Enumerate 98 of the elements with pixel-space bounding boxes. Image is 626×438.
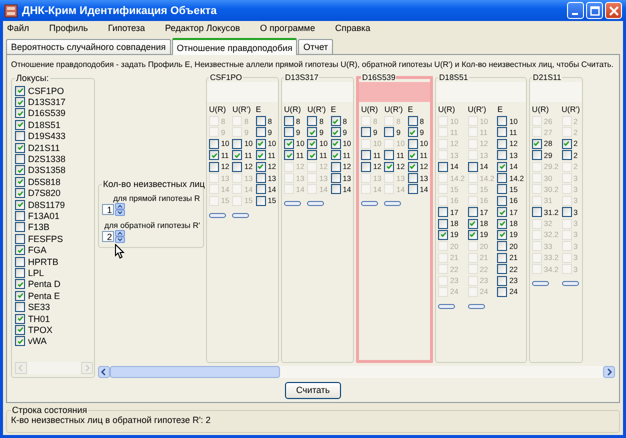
minimize-button[interactable] (567, 2, 584, 19)
spin-buttons[interactable] (115, 230, 125, 243)
group-title: D21S11 (532, 73, 562, 82)
check-icon (440, 231, 447, 238)
column-button[interactable] (307, 201, 324, 206)
group-title: Строка состояния (11, 405, 88, 415)
check-icon (210, 152, 218, 159)
tab[interactable]: Отчет (298, 39, 334, 54)
menu-item[interactable]: Файл (7, 23, 30, 33)
column-header: U(R') (232, 105, 252, 114)
check-icon (386, 163, 393, 170)
close-button[interactable] (605, 2, 622, 19)
header-band (359, 82, 430, 102)
header-band (282, 82, 354, 102)
column-button[interactable] (361, 201, 378, 206)
locus-checkbox[interactable]: D19S433 (15, 130, 91, 142)
column-header: E (256, 105, 262, 114)
column-button[interactable] (438, 304, 456, 309)
group-title: CSF1PO (209, 73, 244, 82)
column-button[interactable] (384, 201, 402, 206)
locus-checkbox[interactable]: D5S818 (15, 176, 91, 188)
group-title: D16S539 (361, 73, 396, 82)
locus-checkbox[interactable]: D8S1179 (15, 198, 91, 210)
check-icon (409, 128, 416, 136)
locus-checkbox[interactable]: F13A01 (15, 210, 91, 222)
column-button[interactable] (532, 281, 549, 286)
minimize-icon (572, 12, 578, 14)
column-header: U(R) (209, 105, 227, 114)
locus-checkbox[interactable]: TPOX (15, 324, 91, 336)
column-button[interactable] (232, 212, 250, 218)
calculate-button[interactable]: Считать (285, 382, 341, 398)
column-button[interactable] (209, 212, 226, 218)
column-header: E (408, 105, 414, 114)
column-header: U(R') (384, 105, 404, 114)
spin-buttons[interactable] (115, 203, 125, 216)
tab[interactable]: Вероятность случайного совпадения (6, 39, 171, 54)
status-text: К-во неизвестных лиц в обратной гипотезе R': 2 (11, 415, 211, 425)
header-band (530, 82, 582, 102)
locus-checkbox[interactable]: CSF1PO (15, 85, 91, 96)
locus-checkbox[interactable]: D2S1338 (15, 153, 91, 165)
field-label: для прямой гипотезы R (113, 194, 200, 203)
check-icon (16, 144, 24, 152)
close-icon (608, 6, 618, 16)
description-text: Отношение правдоподобия - задать Профиль E, Неизвестные аллели прямой гипотезы U(R), обратной гипотезы U(R') и Кол-во неизвестных лиц, чтобы Считать. (11, 59, 615, 71)
check-icon (16, 246, 24, 254)
column-button[interactable] (562, 281, 579, 286)
column-button[interactable] (284, 201, 302, 206)
cursor-icon (115, 244, 125, 259)
locus-checkbox[interactable]: Penta E (15, 290, 91, 302)
check-icon (234, 152, 241, 159)
locus-checkbox[interactable]: HPRTB (15, 256, 91, 268)
column-header: U(R') (307, 105, 327, 114)
header-band (207, 82, 278, 102)
column-header: U(R) (532, 105, 550, 114)
locus-checkbox[interactable]: LPL (15, 267, 91, 279)
column-header: U(R') (468, 105, 488, 114)
window-title: ДНК-Крим Идентификация Объекта (22, 4, 218, 16)
column-header: U(R) (361, 105, 379, 114)
locus-checkbox[interactable]: D18S51 (15, 119, 91, 131)
locus-checkbox[interactable]: D7S820 (15, 188, 91, 199)
column-button[interactable] (468, 304, 485, 309)
locus-checkbox[interactable]: F13B (15, 222, 91, 234)
menu-item[interactable]: О программе (260, 23, 316, 33)
locus-checkbox[interactable]: FESFPS (15, 233, 91, 244)
app-icon (4, 4, 18, 18)
column-header: U(R) (438, 105, 456, 114)
maximize-button[interactable] (586, 2, 603, 19)
check-icon (533, 140, 540, 148)
group-title: D13S317 (284, 73, 320, 82)
column-header: E (497, 105, 504, 114)
scrollbar[interactable] (98, 366, 615, 378)
locus-checkbox[interactable]: vWA (15, 336, 91, 347)
column-header: E (330, 105, 338, 114)
number-field[interactable]: 1 (102, 204, 114, 215)
column-header: U(R') (562, 105, 580, 114)
scrollbar[interactable] (15, 362, 93, 374)
locus-checkbox[interactable]: D3S1358 (15, 164, 91, 176)
locus-checkbox[interactable]: SE33 (15, 301, 91, 313)
group-title: Кол-во неизвестных лиц (102, 179, 206, 189)
locus-checkbox[interactable]: D16S539 (15, 108, 91, 120)
tab[interactable]: Отношение правдоподобия (172, 38, 298, 55)
check-icon (498, 163, 506, 170)
locus-checkbox[interactable]: TH01 (15, 312, 91, 324)
number-field[interactable]: 2 (102, 231, 114, 242)
menu-item[interactable]: Справка (335, 23, 370, 33)
field-label: для обратной гипотезы R' (104, 221, 200, 230)
group-title: Локусы: (15, 73, 50, 83)
menu-item[interactable]: Гипотеза (108, 23, 146, 33)
locus-checkbox[interactable]: D21S11 (15, 142, 91, 154)
group-title: D18S51 (438, 73, 470, 82)
column-header: U(R) (284, 105, 302, 114)
menu-item[interactable]: Профиль (49, 23, 88, 33)
locus-checkbox[interactable]: FGA (15, 244, 91, 256)
locus-checkbox[interactable]: D13S317 (15, 96, 91, 108)
locus-checkbox[interactable]: Penta D (15, 278, 91, 290)
check-icon (563, 140, 570, 148)
maximize-icon (590, 6, 600, 16)
menu-item[interactable]: Редактор Локусов (165, 23, 240, 33)
